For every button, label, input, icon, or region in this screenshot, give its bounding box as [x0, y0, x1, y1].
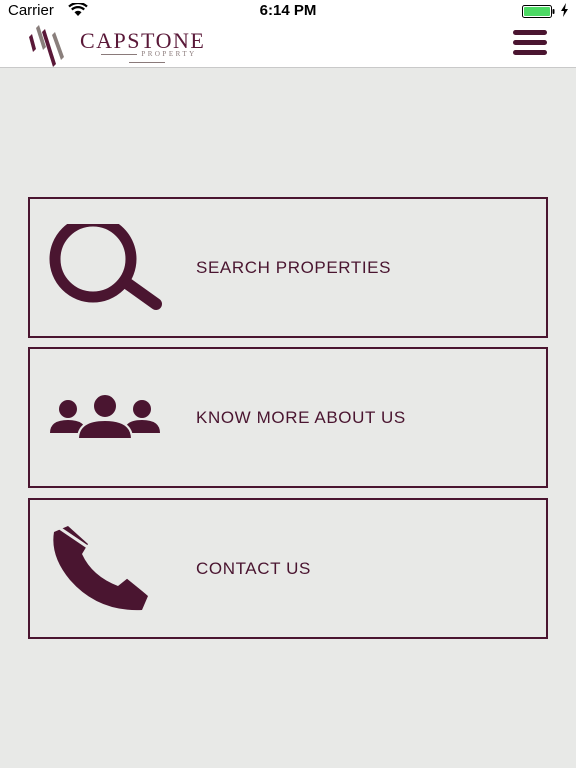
hamburger-icon-line [513, 50, 547, 55]
search-properties-card[interactable]: SEARCH PROPERTIES [28, 197, 548, 338]
logo-subtitle-text: PROPERTY [141, 50, 197, 58]
capstone-logo-icon[interactable] [28, 23, 66, 67]
contact-us-card[interactable]: CONTACT US [28, 498, 548, 639]
battery-icon [522, 5, 555, 18]
know-more-about-us-card[interactable]: KNOW MORE ABOUT US [28, 347, 548, 488]
logo-subtitle: PROPERTY [80, 50, 214, 66]
hamburger-icon-line [513, 30, 547, 35]
search-properties-label: SEARCH PROPERTIES [196, 257, 392, 277]
status-bar: Carrier 6:14 PM [0, 0, 576, 22]
search-icon [49, 224, 162, 310]
contact-us-label: CONTACT US [196, 558, 311, 578]
hamburger-menu-button[interactable] [513, 30, 549, 58]
hamburger-icon-line [513, 40, 547, 45]
charging-bolt-icon [561, 3, 568, 17]
header: CAPSTONE PROPERTY [0, 22, 576, 68]
status-time: 6:14 PM [259, 2, 317, 19]
people-icon [50, 395, 160, 440]
phone-icon [53, 525, 159, 611]
know-more-about-us-label: KNOW MORE ABOUT US [196, 407, 406, 427]
